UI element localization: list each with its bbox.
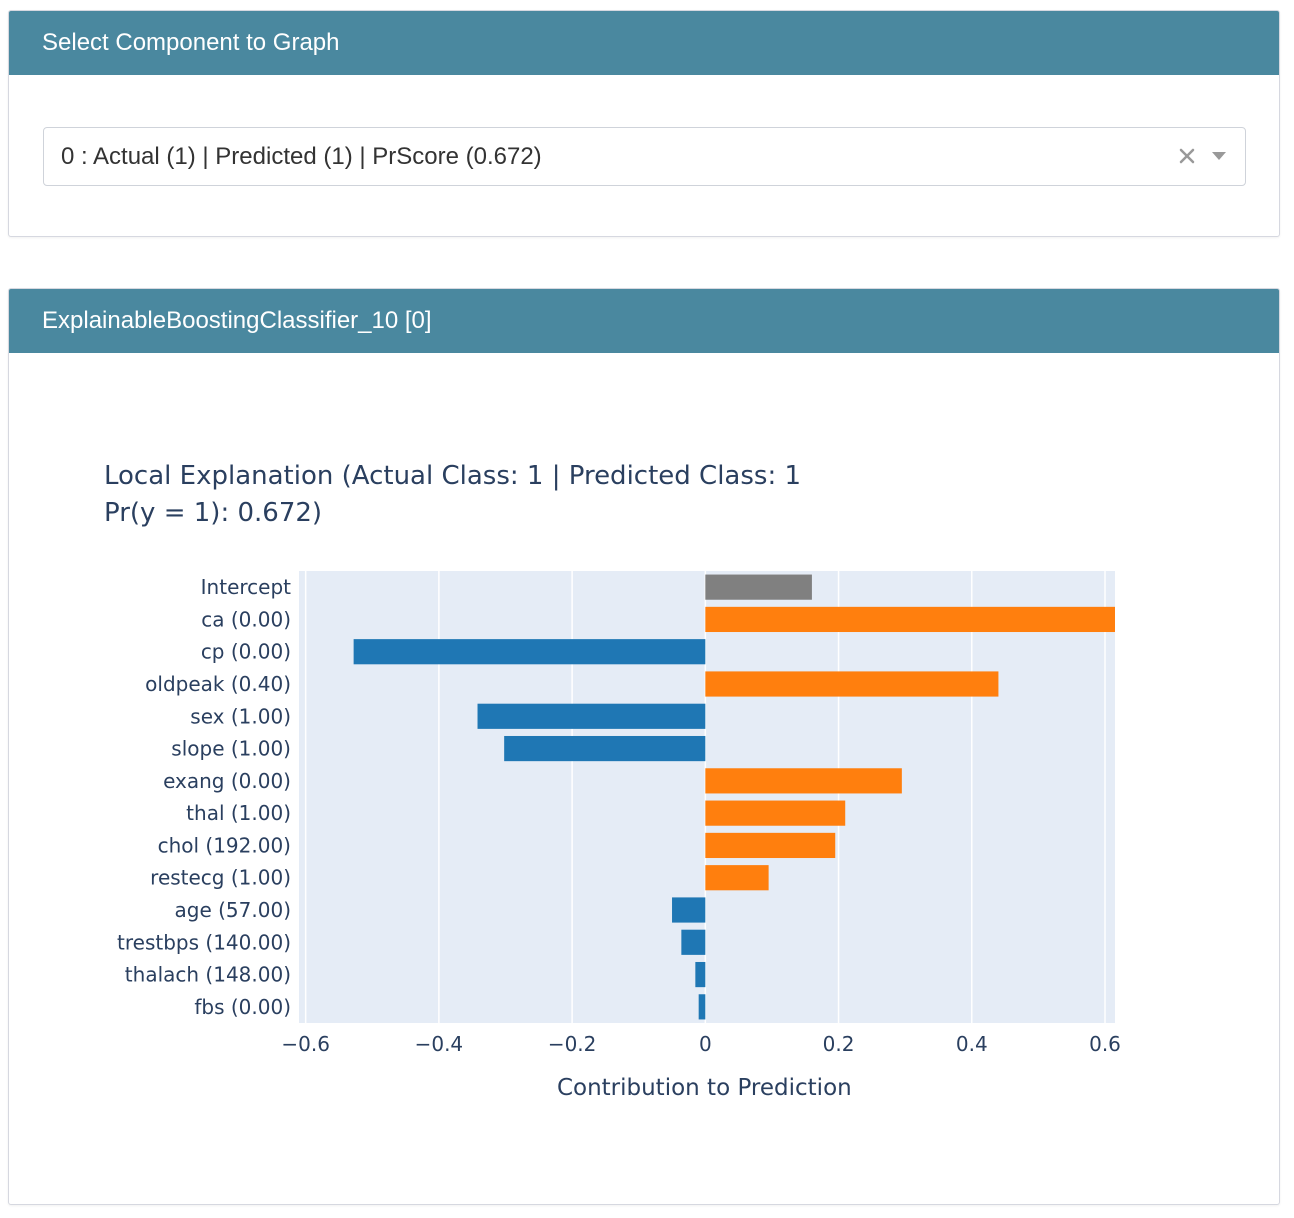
x-tick-label: 0.4 — [956, 1032, 988, 1056]
bar-feature — [705, 606, 1115, 633]
category-label: exang (0.00) — [163, 769, 291, 793]
plot-background — [299, 571, 1115, 1023]
category-label: oldpeak (0.40) — [145, 672, 291, 696]
x-tick-label: 0 — [699, 1032, 712, 1056]
bar-feature — [705, 832, 836, 859]
bar-feature — [681, 929, 706, 955]
chevron-down-icon[interactable] — [1211, 150, 1227, 162]
x-tick-label: −0.6 — [281, 1032, 330, 1056]
bar-feature — [705, 768, 902, 794]
explanation-card: ExplainableBoostingClassifier_10 [0] Loc… — [8, 288, 1280, 1205]
bar-feature — [695, 961, 706, 988]
bar-feature — [698, 994, 706, 1020]
card-header: Select Component to Graph — [9, 11, 1279, 75]
x-tick-label: −0.2 — [548, 1032, 597, 1056]
category-label: thal (1.00) — [186, 801, 291, 825]
component-selector-card: Select Component to Graph 0 : Actual (1)… — [8, 10, 1280, 237]
chart-area: Local Explanation (Actual Class: 1 | Pre… — [9, 353, 1279, 1204]
close-icon[interactable] — [1173, 142, 1201, 170]
category-label: fbs (0.00) — [194, 995, 291, 1019]
category-label: restecg (1.00) — [150, 866, 291, 890]
category-label: chol (192.00) — [158, 833, 291, 857]
bar-feature — [477, 703, 706, 729]
category-label: slope (1.00) — [171, 737, 291, 761]
bar-intercept — [705, 574, 812, 600]
x-axis-title: Contribution to Prediction — [557, 1075, 852, 1101]
bar-feature — [504, 735, 706, 762]
category-label: age (57.00) — [175, 898, 291, 922]
category-label: trestbps (140.00) — [117, 930, 291, 954]
x-tick-label: 0.6 — [1089, 1032, 1121, 1056]
x-tick-label: 0.2 — [823, 1032, 855, 1056]
category-label: Intercept — [201, 575, 292, 599]
component-select[interactable]: 0 : Actual (1) | Predicted (1) | PrScore… — [43, 127, 1246, 186]
bar-chart: Intercept ca (0.00) cp (0.00) oldpeak (0.40… — [117, 571, 1121, 1101]
x-tick-label: −0.4 — [415, 1032, 464, 1056]
bar-feature — [705, 671, 999, 697]
card-header: ExplainableBoostingClassifier_10 [0] — [9, 289, 1279, 353]
bar-feature — [705, 800, 846, 826]
select-value: 0 : Actual (1) | Predicted (1) | PrScore… — [61, 143, 542, 170]
bar-feature — [353, 639, 706, 665]
category-label: cp (0.00) — [201, 640, 291, 664]
category-label: ca (0.00) — [201, 607, 291, 631]
category-label: thalach (148.00) — [125, 963, 291, 987]
bar-feature — [672, 897, 706, 923]
bar-feature — [705, 865, 769, 891]
category-label: sex (1.00) — [190, 704, 291, 728]
